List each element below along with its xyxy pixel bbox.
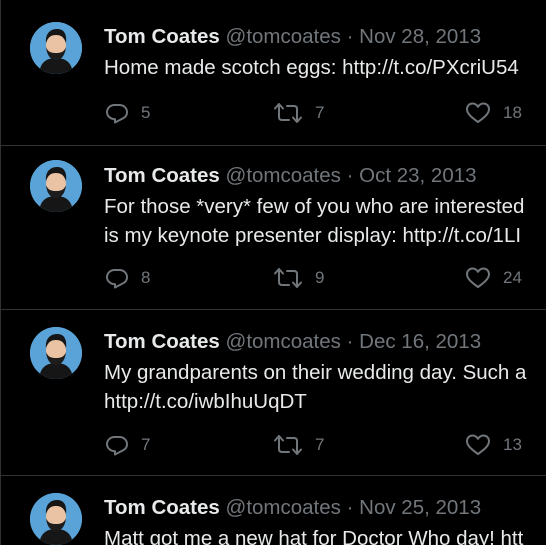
like-count: 18 (503, 103, 522, 122)
tweet-text: Home made scotch eggs: http://t.co/PXcri… (104, 53, 546, 82)
retweet-count: 7 (315, 103, 325, 122)
retweet-button[interactable]: 7 (273, 433, 324, 457)
tweet-text: For those *very* few of you who are inte… (104, 192, 546, 250)
tweet-date[interactable]: Dec 16, 2013 (359, 330, 481, 353)
author-handle[interactable]: @tomcoates (226, 330, 341, 353)
heart-icon (466, 102, 490, 123)
avatar[interactable] (30, 160, 82, 212)
avatar[interactable] (30, 327, 82, 379)
tweet[interactable]: Tom Coates @tomcoates · Nov 25, 2013 Mat… (1, 476, 546, 545)
tweet-text-line: Home made scotch eggs: http://t.co/PXcri… (104, 56, 519, 79)
retweet-count: 9 (315, 268, 325, 287)
tweet-header: Tom Coates @tomcoates · Nov 28, 2013 (104, 24, 481, 50)
tweet-text-line: is my keynote presenter display: http://… (104, 224, 522, 247)
like-button[interactable]: 24 (465, 266, 522, 290)
author-name[interactable]: Tom Coates (104, 496, 220, 519)
retweet-icon (274, 268, 302, 288)
tweet-header: Tom Coates @tomcoates · Dec 16, 2013 (104, 329, 481, 355)
author-handle[interactable]: @tomcoates (226, 25, 341, 48)
heart-icon (466, 434, 490, 455)
tweet-text: Matt got me a new hat for Doctor Who day… (104, 524, 546, 545)
retweet-button[interactable]: 9 (273, 266, 324, 290)
heart-icon (466, 267, 490, 288)
retweet-button[interactable]: 7 (273, 101, 324, 125)
tweet[interactable]: Tom Coates @tomcoates · Nov 28, 2013 Hom… (1, 0, 546, 146)
tweet-date[interactable]: Oct 23, 2013 (359, 164, 476, 187)
like-button[interactable]: 18 (465, 101, 522, 125)
reply-button[interactable]: 7 (105, 433, 150, 457)
tweet-text-line: Matt got me a new hat for Doctor Who day… (104, 527, 524, 545)
author-handle[interactable]: @tomcoates (226, 164, 341, 187)
reply-button[interactable]: 5 (105, 101, 150, 125)
reply-icon (106, 104, 128, 124)
tweet-date[interactable]: Nov 25, 2013 (359, 496, 481, 519)
author-name[interactable]: Tom Coates (104, 25, 220, 48)
reply-count: 8 (141, 268, 151, 287)
separator-dot: · (346, 496, 354, 519)
tweet-text: My grandparents on their wedding day. Su… (104, 358, 546, 416)
tweet-text-line: For those *very* few of you who are inte… (104, 195, 525, 218)
retweet-icon (274, 103, 302, 123)
like-button[interactable]: 13 (465, 433, 522, 457)
author-handle[interactable]: @tomcoates (226, 496, 341, 519)
tweet-header: Tom Coates @tomcoates · Oct 23, 2013 (104, 163, 477, 189)
retweet-count: 7 (315, 435, 325, 454)
like-count: 24 (503, 268, 522, 287)
tweet-text-line: My grandparents on their wedding day. Su… (104, 361, 527, 384)
author-name[interactable]: Tom Coates (104, 330, 220, 353)
retweet-icon (274, 435, 302, 455)
tweet[interactable]: Tom Coates @tomcoates · Dec 16, 2013 My … (1, 310, 546, 476)
avatar[interactable] (30, 22, 82, 74)
avatar[interactable] (30, 493, 82, 545)
reply-icon (106, 436, 128, 456)
tweet-header: Tom Coates @tomcoates · Nov 25, 2013 (104, 495, 481, 521)
author-name[interactable]: Tom Coates (104, 164, 220, 187)
separator-dot: · (346, 25, 354, 48)
like-count: 13 (503, 435, 522, 454)
tweet-text-line: http://t.co/iwbIhuUqDT (104, 390, 307, 413)
reply-button[interactable]: 8 (105, 266, 150, 290)
reply-count: 7 (141, 435, 151, 454)
tweet-date[interactable]: Nov 28, 2013 (359, 25, 481, 48)
separator-dot: · (346, 164, 354, 187)
reply-count: 5 (141, 103, 151, 122)
reply-icon (106, 269, 128, 289)
timeline-feed: Tom Coates @tomcoates · Nov 28, 2013 Hom… (0, 0, 546, 545)
separator-dot: · (346, 330, 354, 353)
tweet[interactable]: Tom Coates @tomcoates · Oct 23, 2013 For… (1, 146, 546, 310)
